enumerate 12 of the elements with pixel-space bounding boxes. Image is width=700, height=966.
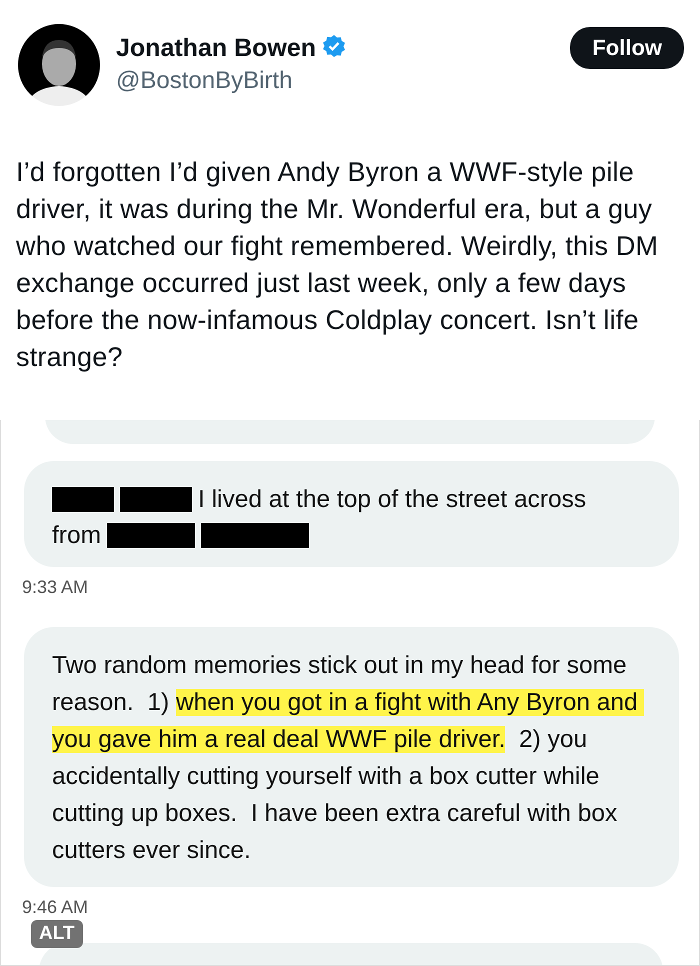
- message-text: from: [52, 520, 101, 550]
- author-handle[interactable]: @BostonByBirth: [116, 67, 570, 95]
- author-name[interactable]: Jonathan Bowen: [116, 34, 316, 63]
- redaction-bar: [52, 486, 114, 512]
- message-text: Two random memories stick out in my head for some reason. 1) when you got in a fight with Any Byron and you gave him a real deal WWF pile driver. 2) you accidentally cutting yourself with a box cutter while cutting up boxes. I have been extra careful with box cutters ever since.: [52, 647, 651, 869]
- follow-button[interactable]: Follow: [570, 27, 684, 69]
- redaction-bar: [120, 486, 192, 512]
- message-time: 9:46 AM: [22, 897, 90, 919]
- message-text: I lived at the top of the street across: [198, 484, 586, 514]
- message-time: 9:33 AM: [22, 577, 90, 599]
- tweet-text: I’d forgotten I’d given Andy Byron a WWF-style pile driver, it was during the Mr. Wonderful era, but a guy who watched our fight remembered. Weirdly, this DM exchange occurred just last week, only a few days before the now-infamous Coldplay concert. Isn’t life strange?: [16, 156, 660, 374]
- alt-badge[interactable]: ALT: [31, 920, 83, 948]
